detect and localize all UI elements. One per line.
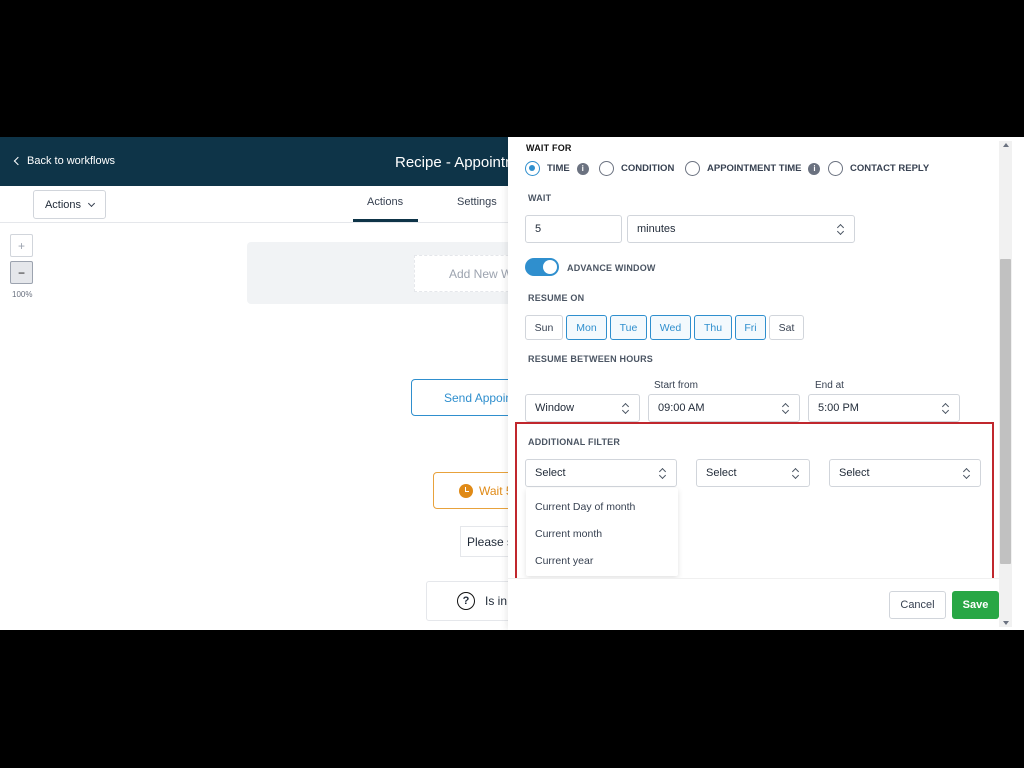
chevron-left-icon xyxy=(13,156,23,166)
window-select-value: Window xyxy=(535,402,575,414)
actions-dropdown[interactable]: Actions xyxy=(33,190,106,219)
wait-amount-input[interactable]: 5 xyxy=(525,215,622,243)
wait-label: WAIT xyxy=(528,193,552,203)
select-arrows-icon xyxy=(837,224,845,235)
zoom-in-button[interactable]: + xyxy=(10,234,33,257)
tab-actions[interactable]: Actions xyxy=(367,196,403,208)
radio-appointment-time[interactable]: APPOINTMENT TIME i xyxy=(685,161,821,176)
resume-on-label: RESUME ON xyxy=(528,293,585,303)
scroll-up-arrow-icon[interactable] xyxy=(1003,143,1009,147)
start-from-label: Start from xyxy=(654,380,698,391)
select-arrows-icon xyxy=(622,403,630,414)
scrollbar-thumb[interactable] xyxy=(1000,259,1011,564)
workflow-editor: Back to workflows Recipe - Appointment A… xyxy=(0,137,1024,630)
back-link-label: Back to workflows xyxy=(27,155,116,167)
info-icon[interactable]: i xyxy=(808,162,821,175)
window-select[interactable]: Window xyxy=(525,394,640,422)
radio-dot xyxy=(599,161,614,176)
zoom-out-button[interactable]: − xyxy=(10,261,33,284)
day-sun[interactable]: Sun xyxy=(525,315,563,340)
cancel-button[interactable]: Cancel xyxy=(889,591,946,619)
wait-unit-select[interactable]: minutes xyxy=(627,215,855,243)
actions-dropdown-label: Actions xyxy=(44,198,82,211)
day-thu[interactable]: Thu xyxy=(694,315,732,340)
radio-dot xyxy=(685,161,700,176)
radio-time[interactable]: TIME i xyxy=(525,161,589,176)
back-to-workflows-link[interactable]: Back to workflows xyxy=(13,155,116,167)
radio-dot xyxy=(525,161,540,176)
panel-footer: Cancel Save xyxy=(508,578,999,630)
day-fri[interactable]: Fri xyxy=(735,315,766,340)
start-time-select[interactable]: 09:00 AM xyxy=(648,394,800,422)
start-time-value: 09:00 AM xyxy=(658,402,705,414)
day-wed[interactable]: Wed xyxy=(650,315,691,340)
radio-dot xyxy=(828,161,843,176)
end-at-label: End at xyxy=(815,380,844,391)
day-sat[interactable]: Sat xyxy=(769,315,804,340)
active-tab-indicator xyxy=(353,219,418,222)
select-arrows-icon xyxy=(942,403,950,414)
radio-condition[interactable]: CONDITION xyxy=(599,161,674,176)
advance-window-label: ADVANCE WINDOW xyxy=(567,263,656,273)
save-button[interactable]: Save xyxy=(952,591,999,619)
day-mon[interactable]: Mon xyxy=(566,315,607,340)
advance-window-toggle[interactable] xyxy=(525,258,559,276)
radio-time-label: TIME xyxy=(547,163,570,174)
radio-condition-label: CONDITION xyxy=(621,163,675,174)
radio-contact-reply-label: CONTACT REPLY xyxy=(850,163,930,174)
end-time-select[interactable]: 5:00 PM xyxy=(808,394,960,422)
clock-icon xyxy=(459,483,473,498)
wait-unit-value: minutes xyxy=(637,223,676,235)
question-icon: ? xyxy=(457,592,475,610)
select-arrows-icon xyxy=(782,403,790,414)
wait-amount-value: 5 xyxy=(535,223,542,235)
condition-node[interactable]: ? Is in condition xyxy=(426,581,520,621)
resume-between-hours-label: RESUME BETWEEN HOURS xyxy=(528,354,654,364)
chevron-down-icon xyxy=(87,199,96,207)
radio-appointment-time-label: APPOINTMENT TIME xyxy=(707,163,802,174)
wait-for-label: WAIT FOR xyxy=(526,143,572,153)
tab-settings[interactable]: Settings xyxy=(457,196,497,208)
radio-contact-reply[interactable]: CONTACT REPLY xyxy=(828,161,929,176)
end-time-value: 5:00 PM xyxy=(818,402,859,414)
wait-settings-panel: WAIT FOR TIME i CONDITION APPOINTMENT TI… xyxy=(508,137,1024,630)
scroll-down-arrow-icon[interactable] xyxy=(1003,621,1009,625)
zoom-level: 100% xyxy=(12,290,33,299)
send-appointment-node[interactable]: Send Appointment Reminder xyxy=(411,379,521,416)
info-icon[interactable]: i xyxy=(576,162,589,175)
additional-filter-highlight xyxy=(515,422,994,581)
day-tue[interactable]: Tue xyxy=(610,315,647,340)
